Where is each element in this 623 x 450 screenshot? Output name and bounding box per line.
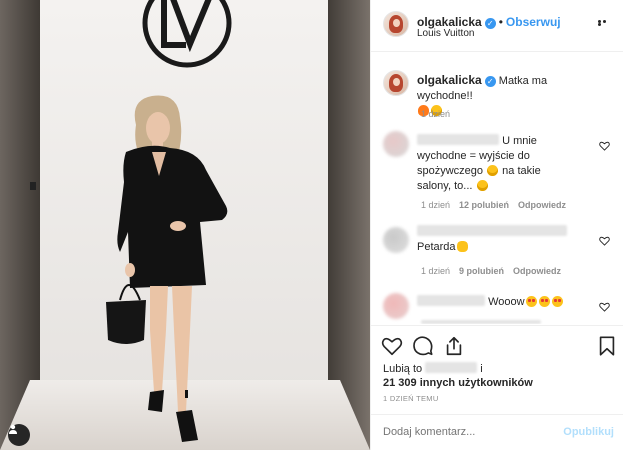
heart-icon[interactable] (599, 141, 610, 151)
comment-item: Wooow (417, 295, 597, 310)
likes-prefix: Lubią to (383, 363, 423, 375)
comment-text: Wooow (488, 296, 525, 308)
caption-meta: 1 dzień (421, 109, 459, 119)
comment-item: Petarda (417, 225, 597, 255)
comment-avatar[interactable] (383, 131, 409, 157)
user-tag-icon[interactable] (8, 424, 30, 446)
caption-time[interactable]: 1 dzień (421, 109, 450, 119)
caption-username[interactable]: olgakalicka (417, 73, 482, 87)
emoji-icon (538, 296, 550, 307)
emoji-icon (487, 165, 499, 176)
comment-icon[interactable] (412, 335, 434, 357)
emoji-icon (525, 296, 537, 307)
comment-time[interactable]: 1 dzień (421, 200, 450, 210)
comment-username[interactable] (417, 295, 485, 306)
comment-text: Petarda (417, 241, 456, 253)
post-timestamp[interactable]: 1 DZIEŃ TEMU (383, 394, 439, 403)
emoji-icon (551, 296, 563, 307)
comment-meta: 1 dzień 12 polubień Odpowiedz (421, 200, 575, 210)
comment-input[interactable] (383, 426, 553, 438)
publish-button[interactable]: Opublikuj (563, 426, 614, 438)
reply-button[interactable]: Odpowiedz (518, 200, 566, 210)
likes-summary: Lubią to i 21 309 innych użytkowników (383, 362, 533, 390)
post-actions: Lubią to i 21 309 innych użytkowników 1 … (371, 325, 623, 450)
emoji-icon (456, 241, 468, 252)
comment-time[interactable]: 1 dzień (421, 266, 450, 276)
bookmark-icon[interactable] (596, 335, 618, 357)
verified-icon: ✓ (484, 18, 496, 29)
heart-icon[interactable] (599, 302, 610, 312)
more-icon[interactable] (598, 20, 612, 26)
comment-likes[interactable]: 12 polubień (459, 200, 509, 210)
comment-avatar[interactable] (383, 293, 409, 319)
author-username[interactable]: olgakalicka (417, 15, 482, 29)
caption-avatar[interactable] (383, 70, 409, 96)
comment-likes[interactable]: 9 polubień (459, 266, 504, 276)
comment-username[interactable] (417, 134, 499, 145)
heart-icon[interactable] (599, 236, 610, 246)
comment-meta-obscured (421, 320, 541, 324)
comment-item: U mnie wychodne = wyjście do spożywczego… (417, 134, 577, 194)
comment-username[interactable] (417, 225, 567, 236)
author-avatar[interactable] (383, 11, 409, 37)
verified-icon: ✓ (484, 76, 496, 87)
likes-suffix: i (480, 363, 483, 375)
comment-meta: 1 dzień 9 polubień Odpowiedz (421, 266, 570, 276)
comments-list: olgakalicka ✓ Matka ma wychodne!! 1 dzień… (371, 53, 623, 324)
share-icon[interactable] (443, 335, 465, 357)
add-comment-bar: Opublikuj (371, 414, 623, 450)
person-icon (9, 424, 17, 434)
post-image (0, 0, 370, 450)
comment-avatar[interactable] (383, 227, 409, 253)
likes-count[interactable]: 21 309 innych użytkowników (383, 377, 533, 389)
post-photo[interactable] (0, 0, 370, 450)
reply-button[interactable]: Odpowiedz (513, 266, 561, 276)
location-link[interactable]: Louis Vuitton (417, 28, 474, 39)
follow-button[interactable]: Obserwuj (506, 15, 561, 29)
post-sidebar: olgakalicka ✓ • Obserwuj Louis Vuitton olga… (370, 0, 623, 450)
post-header: olgakalicka ✓ • Obserwuj Louis Vuitton (371, 0, 623, 52)
liker-username[interactable] (425, 362, 478, 373)
separator-dot: • (498, 15, 503, 29)
heart-icon[interactable] (381, 335, 403, 357)
emoji-icon (476, 180, 488, 191)
